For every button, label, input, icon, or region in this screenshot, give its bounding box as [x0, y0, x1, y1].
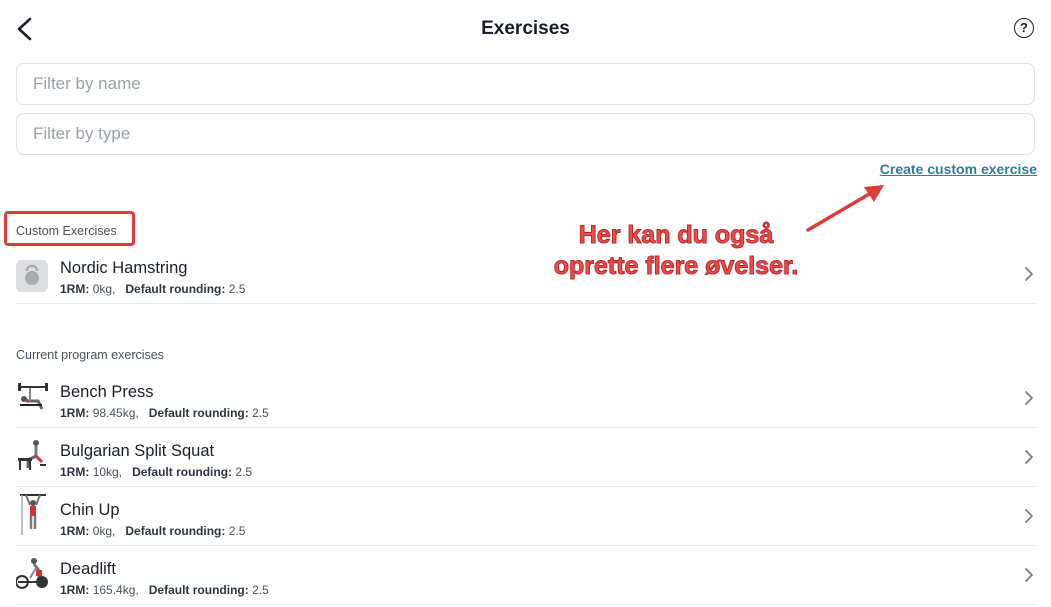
exercise-row-deadlift[interactable]: Deadlift 1RM: 165.4kg, Default rounding:…	[15, 546, 1037, 605]
chevron-right-icon	[1025, 509, 1033, 523]
filter-by-name-field[interactable]	[16, 63, 1035, 105]
kettlebell-icon	[16, 260, 48, 292]
page-title: Exercises	[481, 18, 570, 39]
exercise-meta: 1RM: 0kg, Default rounding: 2.5	[60, 282, 246, 296]
filter-by-name-input[interactable]	[17, 64, 1034, 104]
filter-by-type-field[interactable]	[16, 113, 1035, 155]
annotation-line-1: Her kan du også	[578, 221, 774, 250]
custom-exercises-heading: Custom Exercises	[16, 224, 117, 238]
help-button[interactable]: ?	[1014, 18, 1034, 38]
annotation-arrow-icon	[806, 185, 884, 232]
current-program-heading: Current program exercises	[16, 348, 164, 362]
exercise-name: Bench Press	[60, 383, 154, 401]
chevron-right-icon	[1025, 450, 1033, 464]
filter-by-type-input[interactable]	[17, 114, 1034, 154]
exercise-name: Nordic Hamstring	[60, 259, 188, 277]
help-icon: ?	[1020, 20, 1028, 35]
exercise-row-bulgarian-split-squat[interactable]: Bulgarian Split Squat 1RM: 10kg, Default…	[16, 428, 1037, 487]
exercise-meta: 1RM: 10kg, Default rounding: 2.5	[60, 465, 253, 479]
header: Exercises ?	[0, 0, 1051, 58]
exercise-meta: 1RM: 98.45kg, Default rounding: 2.5	[60, 406, 269, 420]
exercise-name: Chin Up	[60, 501, 120, 519]
chevron-right-icon	[1025, 568, 1033, 582]
chin-up-icon	[16, 491, 48, 535]
exercise-meta: 1RM: 0kg, Default rounding: 2.5	[60, 524, 246, 538]
exercise-meta: 1RM: 165.4kg, Default rounding: 2.5	[60, 583, 269, 597]
exercise-row-bench-press[interactable]: Bench Press 1RM: 98.45kg, Default roundi…	[16, 369, 1037, 428]
exercise-row-nordic-hamstring[interactable]: Nordic Hamstring 1RM: 0kg, Default round…	[16, 254, 1037, 304]
exercise-name: Bulgarian Split Squat	[60, 442, 215, 460]
exercise-name: Deadlift	[60, 560, 116, 578]
chevron-right-icon	[1025, 267, 1033, 281]
split-squat-icon	[16, 438, 48, 470]
chevron-right-icon	[1025, 391, 1033, 405]
exercise-row-chin-up[interactable]: Chin Up 1RM: 0kg, Default rounding: 2.5	[16, 487, 1037, 546]
bench-press-icon	[16, 379, 48, 411]
deadlift-icon	[15, 556, 48, 589]
create-custom-exercise-link[interactable]: Create custom exercise	[880, 161, 1037, 177]
